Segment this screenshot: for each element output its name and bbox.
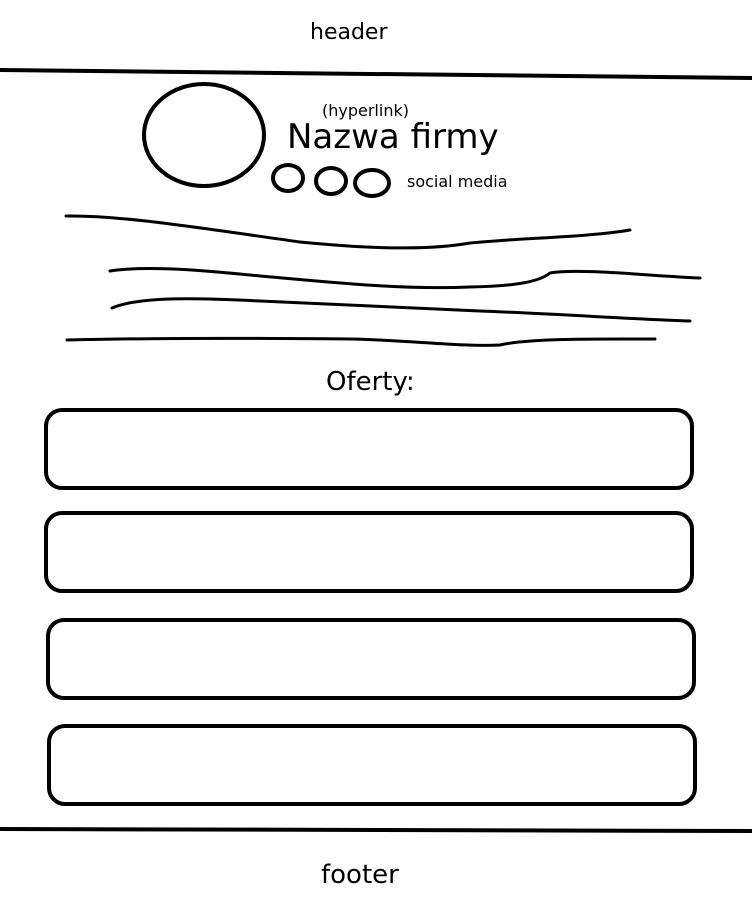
description-text-placeholder [64, 214, 702, 347]
description-line-3 [110, 297, 692, 323]
description-line-1 [64, 214, 632, 250]
header-divider [0, 68, 752, 80]
offer-card[interactable] [44, 408, 694, 490]
social-media-label: social media [407, 172, 508, 191]
offer-card[interactable] [47, 724, 697, 806]
social-icon-1[interactable] [271, 163, 305, 193]
footer-divider [0, 827, 752, 833]
description-line-2 [108, 266, 702, 290]
offer-card[interactable] [46, 618, 696, 700]
social-icon-3[interactable] [353, 168, 391, 198]
header-label: header [310, 20, 388, 45]
offer-card[interactable] [44, 511, 694, 593]
company-name-link[interactable]: Nazwa firmy [287, 120, 499, 154]
social-icon-2[interactable] [314, 166, 348, 196]
description-line-4 [65, 336, 657, 347]
footer-label: footer [321, 860, 399, 890]
offers-heading: Oferty: [326, 367, 415, 397]
logo-placeholder [142, 82, 266, 188]
